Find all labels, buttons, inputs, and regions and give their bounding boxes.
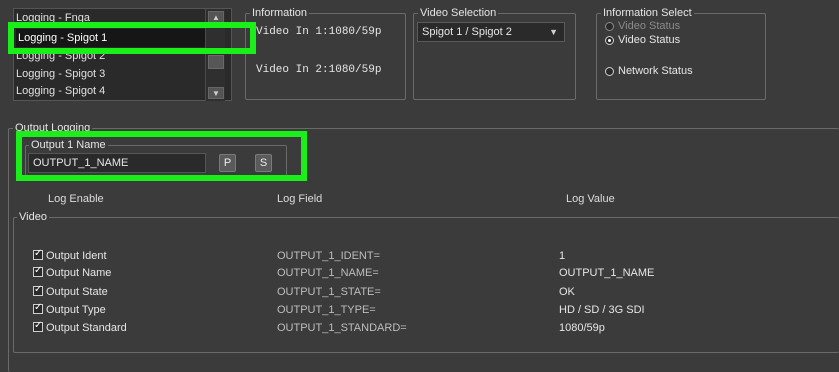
output-name-input[interactable]: OUTPUT_1_NAME xyxy=(28,153,206,173)
information-select-group: Information Select Video Status Video St… xyxy=(596,7,766,100)
scroll-down-icon[interactable]: ▼ xyxy=(208,87,224,99)
log-field-cell: OUTPUT_1_STATE= xyxy=(277,286,381,298)
log-enable-header: Log Enable xyxy=(48,193,104,205)
radio-label: Video Status xyxy=(618,34,681,46)
checkbox-output-state[interactable]: ✓ xyxy=(33,284,43,297)
table-row: ✓ Output Ident xyxy=(33,248,107,263)
information-group: Information Video In 1:1080/59p Video In… xyxy=(245,7,406,100)
list-item[interactable]: Logging - Spigot 2 xyxy=(16,47,206,65)
video-selection-title: Video Selection xyxy=(418,7,499,20)
row-label: Output Standard xyxy=(46,322,127,334)
radio-video-status[interactable]: Video Status xyxy=(605,34,680,46)
log-value-cell: OUTPUT_1_NAME xyxy=(559,267,655,279)
scroll-up-icon[interactable]: ▲ xyxy=(208,11,224,23)
video-log-group: Video xyxy=(13,211,839,353)
checkbox-output-type[interactable]: ✓ xyxy=(33,302,43,315)
list-item[interactable]: Logging - Fnga xyxy=(16,9,206,27)
radio-selected-icon xyxy=(605,35,614,45)
row-label: Output Name xyxy=(46,267,112,279)
table-row: ✓ Output State xyxy=(33,284,108,299)
row-label: Output Type xyxy=(46,304,106,316)
checkbox-output-standard[interactable]: ✓ xyxy=(33,320,43,333)
chevron-down-icon: ▼ xyxy=(549,27,558,37)
video-in-2-status: Video In 2:1080/59p xyxy=(256,64,382,76)
radio-video-status-disabled: Video Status xyxy=(605,20,680,32)
log-value-header: Log Value xyxy=(566,193,615,205)
check-icon: ✓ xyxy=(34,265,43,277)
radio-label: Network Status xyxy=(618,65,693,77)
output-logging-title: Output Logging xyxy=(13,122,93,135)
video-in-1-status: Video In 1:1080/59p xyxy=(256,26,382,38)
check-icon: ✓ xyxy=(34,302,43,314)
list-scrollbar[interactable]: ▲ ▼ xyxy=(205,9,225,101)
information-title: Information xyxy=(250,7,310,20)
log-value-cell: OK xyxy=(559,286,575,298)
list-item-selected[interactable]: Logging - Spigot 1 xyxy=(16,29,208,47)
information-select-title: Information Select xyxy=(601,7,694,20)
log-value-cell: 1080/59p xyxy=(559,322,605,334)
row-label: Output State xyxy=(46,286,108,298)
video-group-title: Video xyxy=(17,211,49,224)
log-field-cell: OUTPUT_1_STANDARD= xyxy=(277,322,407,334)
log-value-cell: HD / SD / 3G SDI xyxy=(559,304,645,316)
row-label: Output Ident xyxy=(46,250,107,262)
log-value-cell: 1 xyxy=(559,250,566,262)
check-icon: ✓ xyxy=(34,248,43,260)
video-selection-dropdown[interactable]: Spigot 1 / Spigot 2 ▼ xyxy=(417,22,565,42)
checkbox-output-ident[interactable]: ✓ xyxy=(33,248,43,261)
radio-icon xyxy=(605,21,614,31)
table-row: ✓ Output Type xyxy=(33,302,106,317)
table-row: ✓ Output Standard xyxy=(33,320,127,335)
checkbox-output-name[interactable]: ✓ xyxy=(33,265,43,278)
list-item[interactable]: Logging - Spigot 3 xyxy=(16,65,206,83)
log-field-cell: OUTPUT_1_NAME= xyxy=(277,267,379,279)
output-name-title: Output 1 Name xyxy=(29,139,108,152)
radio-icon xyxy=(605,66,614,76)
check-icon: ✓ xyxy=(34,284,43,296)
table-row: ✓ Output Name xyxy=(33,265,112,280)
video-selection-group: Video Selection Spigot 1 / Spigot 2 ▼ xyxy=(413,7,576,100)
log-field-cell: OUTPUT_1_IDENT= xyxy=(277,250,380,262)
check-icon: ✓ xyxy=(34,320,43,332)
radio-network-status[interactable]: Network Status xyxy=(605,65,693,77)
log-field-cell: OUTPUT_1_TYPE= xyxy=(277,304,376,316)
video-selection-value: Spigot 1 / Spigot 2 xyxy=(422,26,512,38)
output-name-group: Output 1 Name OUTPUT_1_NAME P S xyxy=(25,139,287,178)
log-field-header: Log Field xyxy=(277,193,323,205)
scroll-thumb[interactable] xyxy=(208,55,224,69)
s-button[interactable]: S xyxy=(255,154,272,172)
list-item[interactable]: Logging - Spigot 4 xyxy=(16,82,206,100)
radio-label: Video Status xyxy=(618,20,681,32)
logging-list[interactable]: Logging - Fnga Logging - Spigot 1 Loggin… xyxy=(13,8,232,101)
p-button[interactable]: P xyxy=(219,154,236,172)
